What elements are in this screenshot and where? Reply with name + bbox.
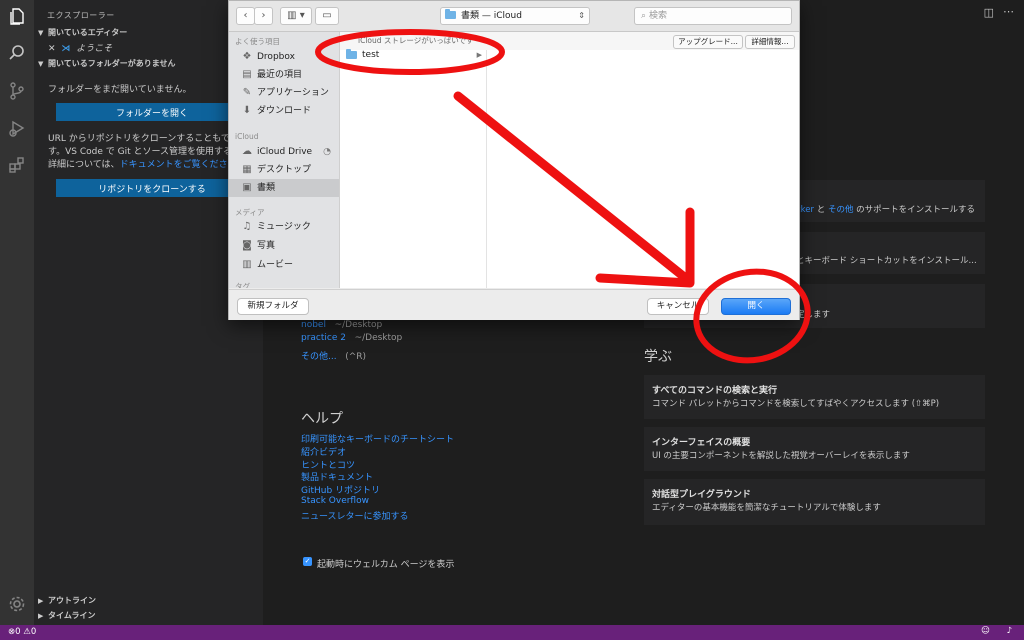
- clone-text-2: す。VS Code で Git とソース管理を使用する方: [48, 147, 242, 157]
- more-actions-icon[interactable]: ⋯: [1003, 5, 1014, 18]
- icloud-label: iCloud: [235, 132, 259, 141]
- column-divider: [486, 50, 487, 288]
- help-link[interactable]: 紹介ビデオ: [301, 445, 346, 458]
- customize-card-text: cker と その他 のサポートをインストールする: [796, 205, 976, 215]
- sidebar-item-dropbox[interactable]: ❖ Dropbox: [229, 48, 339, 66]
- group-button[interactable]: ▭: [315, 7, 339, 25]
- forward-button[interactable]: ›: [254, 7, 273, 25]
- movie-icon: ▥: [242, 259, 252, 270]
- dropbox-icon: ❖: [242, 51, 252, 62]
- dialog-footer: 新規フォルダ キャンセル 開く: [229, 289, 799, 320]
- upgrade-button[interactable]: アップグレード...: [673, 35, 743, 49]
- notifications-icon[interactable]: ♪: [1007, 626, 1012, 636]
- open-folder-button[interactable]: フォルダーを開く: [56, 103, 248, 121]
- open-button[interactable]: 開く: [721, 298, 791, 315]
- clone-repository-button[interactable]: リポジトリをクローンする: [56, 179, 248, 197]
- tags-label: タグ: [235, 282, 250, 288]
- timeline-header[interactable]: ▶ タイムライン: [34, 609, 263, 623]
- cloud-icon: ☁: [242, 146, 252, 157]
- clone-text-3: 詳細については、ドキュメントをご覧くださ: [48, 160, 228, 170]
- sidebar-item-movies[interactable]: ▥ ムービー: [229, 256, 339, 274]
- gear-icon[interactable]: [7, 594, 27, 614]
- storage-gauge-icon: ◔: [323, 147, 331, 157]
- sidebar-item-documents[interactable]: ▣ 書類: [229, 179, 339, 197]
- learn-card-interface[interactable]: インターフェイスの概要 UI の主要コンポーネントを解説した視覚オーバーレイを表…: [644, 427, 985, 471]
- extensions-icon[interactable]: [7, 155, 27, 175]
- chevron-down-icon: ▼: [38, 60, 44, 68]
- learn-card-playground[interactable]: 対話型プレイグラウンド エディターの基本機能を簡潔なチュートリアルで体験します: [644, 479, 985, 525]
- help-heading: ヘルプ: [301, 411, 343, 427]
- search-field[interactable]: ⌕ 検索: [634, 7, 792, 25]
- dialog-sidebar: よく使う項目 ❖ Dropbox ▤ 最近の項目 ✎ アプリケーション ⬇ ダウンロード…: [229, 32, 340, 288]
- sidebar-item-recents[interactable]: ▤ 最近の項目: [229, 66, 339, 84]
- file-browser: iCloud ストレージがいっぱいです アップグレード... 詳細情報... t…: [340, 32, 799, 288]
- help-link[interactable]: GitHub リポジトリ: [301, 483, 380, 496]
- chevron-down-icon: ▼: [38, 29, 44, 37]
- status-bar: ⊗0 ⚠0 ☺ ♪: [0, 625, 1024, 640]
- banner-text: iCloud ストレージがいっぱいです: [358, 36, 474, 45]
- search-icon[interactable]: [7, 43, 27, 63]
- favorites-label: よく使う項目: [235, 37, 280, 46]
- vscode-icon: ⋊: [61, 44, 71, 54]
- location-popup[interactable]: 書類 — iCloud ⇕: [440, 7, 590, 25]
- sidebar-item-applications[interactable]: ✎ アプリケーション: [229, 84, 339, 102]
- split-editor-icon[interactable]: ◫: [984, 6, 994, 19]
- outline-header[interactable]: ▶ アウトライン: [34, 594, 263, 608]
- download-icon: ⬇: [242, 105, 252, 116]
- learn-heading: 学ぶ: [644, 349, 672, 365]
- run-debug-icon[interactable]: [7, 118, 27, 138]
- feedback-icon[interactable]: ☺: [981, 626, 990, 636]
- activity-bar: [0, 0, 34, 625]
- problems-indicator[interactable]: ⊗0 ⚠0: [8, 627, 36, 637]
- welcome-tab-item[interactable]: ✕ ⋊ ようこそ: [48, 41, 112, 54]
- sidebar-item-photos[interactable]: ◙ 写真: [229, 237, 339, 255]
- sidebar-item-desktop[interactable]: ▦ デスクトップ: [229, 161, 339, 179]
- recent-item[interactable]: nobel ~/Desktop: [301, 320, 382, 330]
- close-icon[interactable]: ✕: [48, 44, 56, 54]
- search-icon: ⌕: [641, 11, 647, 21]
- view-mode-button[interactable]: ▥ ▾: [280, 7, 312, 25]
- folder-row-test[interactable]: test ▶: [342, 47, 484, 63]
- new-folder-button[interactable]: 新規フォルダ: [237, 298, 309, 315]
- chevron-right-icon: ▶: [38, 597, 44, 605]
- theme-card-text: 定します: [796, 310, 831, 320]
- no-folder-text: フォルダーをまだ開いていません。: [48, 85, 192, 95]
- help-link[interactable]: Stack Overflow: [301, 496, 369, 506]
- help-link[interactable]: 印刷可能なキーボードのチートシート: [301, 432, 454, 445]
- applications-icon: ✎: [242, 87, 252, 98]
- learn-card-commands[interactable]: すべてのコマンドの検索と実行 コマンド パレットからコマンドを検索してすばやくア…: [644, 375, 985, 419]
- source-control-icon[interactable]: [7, 81, 27, 101]
- chevron-right-icon: ▶: [38, 612, 44, 620]
- sidebar-item-music[interactable]: ♫ ミュージック: [229, 218, 339, 236]
- dialog-toolbar: ‹ › ▥ ▾ ▭ 書類 — iCloud ⇕ ⌕ 検索: [229, 1, 799, 32]
- sidebar-item-downloads[interactable]: ⬇ ダウンロード: [229, 102, 339, 120]
- details-button[interactable]: 詳細情報...: [745, 35, 795, 49]
- open-folder-dialog: ‹ › ▥ ▾ ▭ 書類 — iCloud ⇕ ⌕ 検索 よく使う項目 ❖ Drop…: [228, 0, 800, 320]
- cancel-button[interactable]: キャンセル: [647, 298, 709, 315]
- camera-icon: ◙: [242, 240, 252, 251]
- sidebar-title: エクスプローラー: [47, 11, 115, 20]
- sidebar-item-icloud-drive[interactable]: ☁ iCloud Drive ◔: [229, 143, 339, 161]
- more-recent-link[interactable]: その他... (^R): [301, 349, 366, 362]
- documents-icon: ▣: [242, 182, 252, 193]
- desktop-icon: ▦: [242, 164, 252, 175]
- back-button[interactable]: ‹: [236, 7, 255, 25]
- recent-item[interactable]: practice 2 ~/Desktop: [301, 333, 402, 343]
- media-label: メディア: [235, 208, 265, 217]
- keymap-card-text: とキーボード ショートカットをインストール...: [796, 256, 977, 266]
- startup-label: 起動時にウェルカム ページを表示: [317, 560, 455, 570]
- chevron-updown-icon: ⇕: [578, 11, 585, 20]
- warning-icon: ⚠: [23, 627, 31, 637]
- docs-link[interactable]: ドキュメントをご覧くださ: [120, 160, 228, 170]
- disclosure-arrow-icon: ▶: [476, 51, 482, 59]
- help-link[interactable]: ニュースレターに参加する: [301, 509, 409, 522]
- explorer-icon[interactable]: [7, 6, 27, 26]
- clone-text-1: URL からリポジトリをクローンすることもでき: [48, 134, 239, 144]
- recents-icon: ▤: [242, 69, 252, 80]
- music-icon: ♫: [242, 221, 252, 232]
- folder-icon: [346, 48, 357, 59]
- help-link[interactable]: 製品ドキュメント: [301, 470, 373, 483]
- startup-checkbox[interactable]: ✓: [303, 557, 312, 566]
- folder-icon: [445, 9, 456, 19]
